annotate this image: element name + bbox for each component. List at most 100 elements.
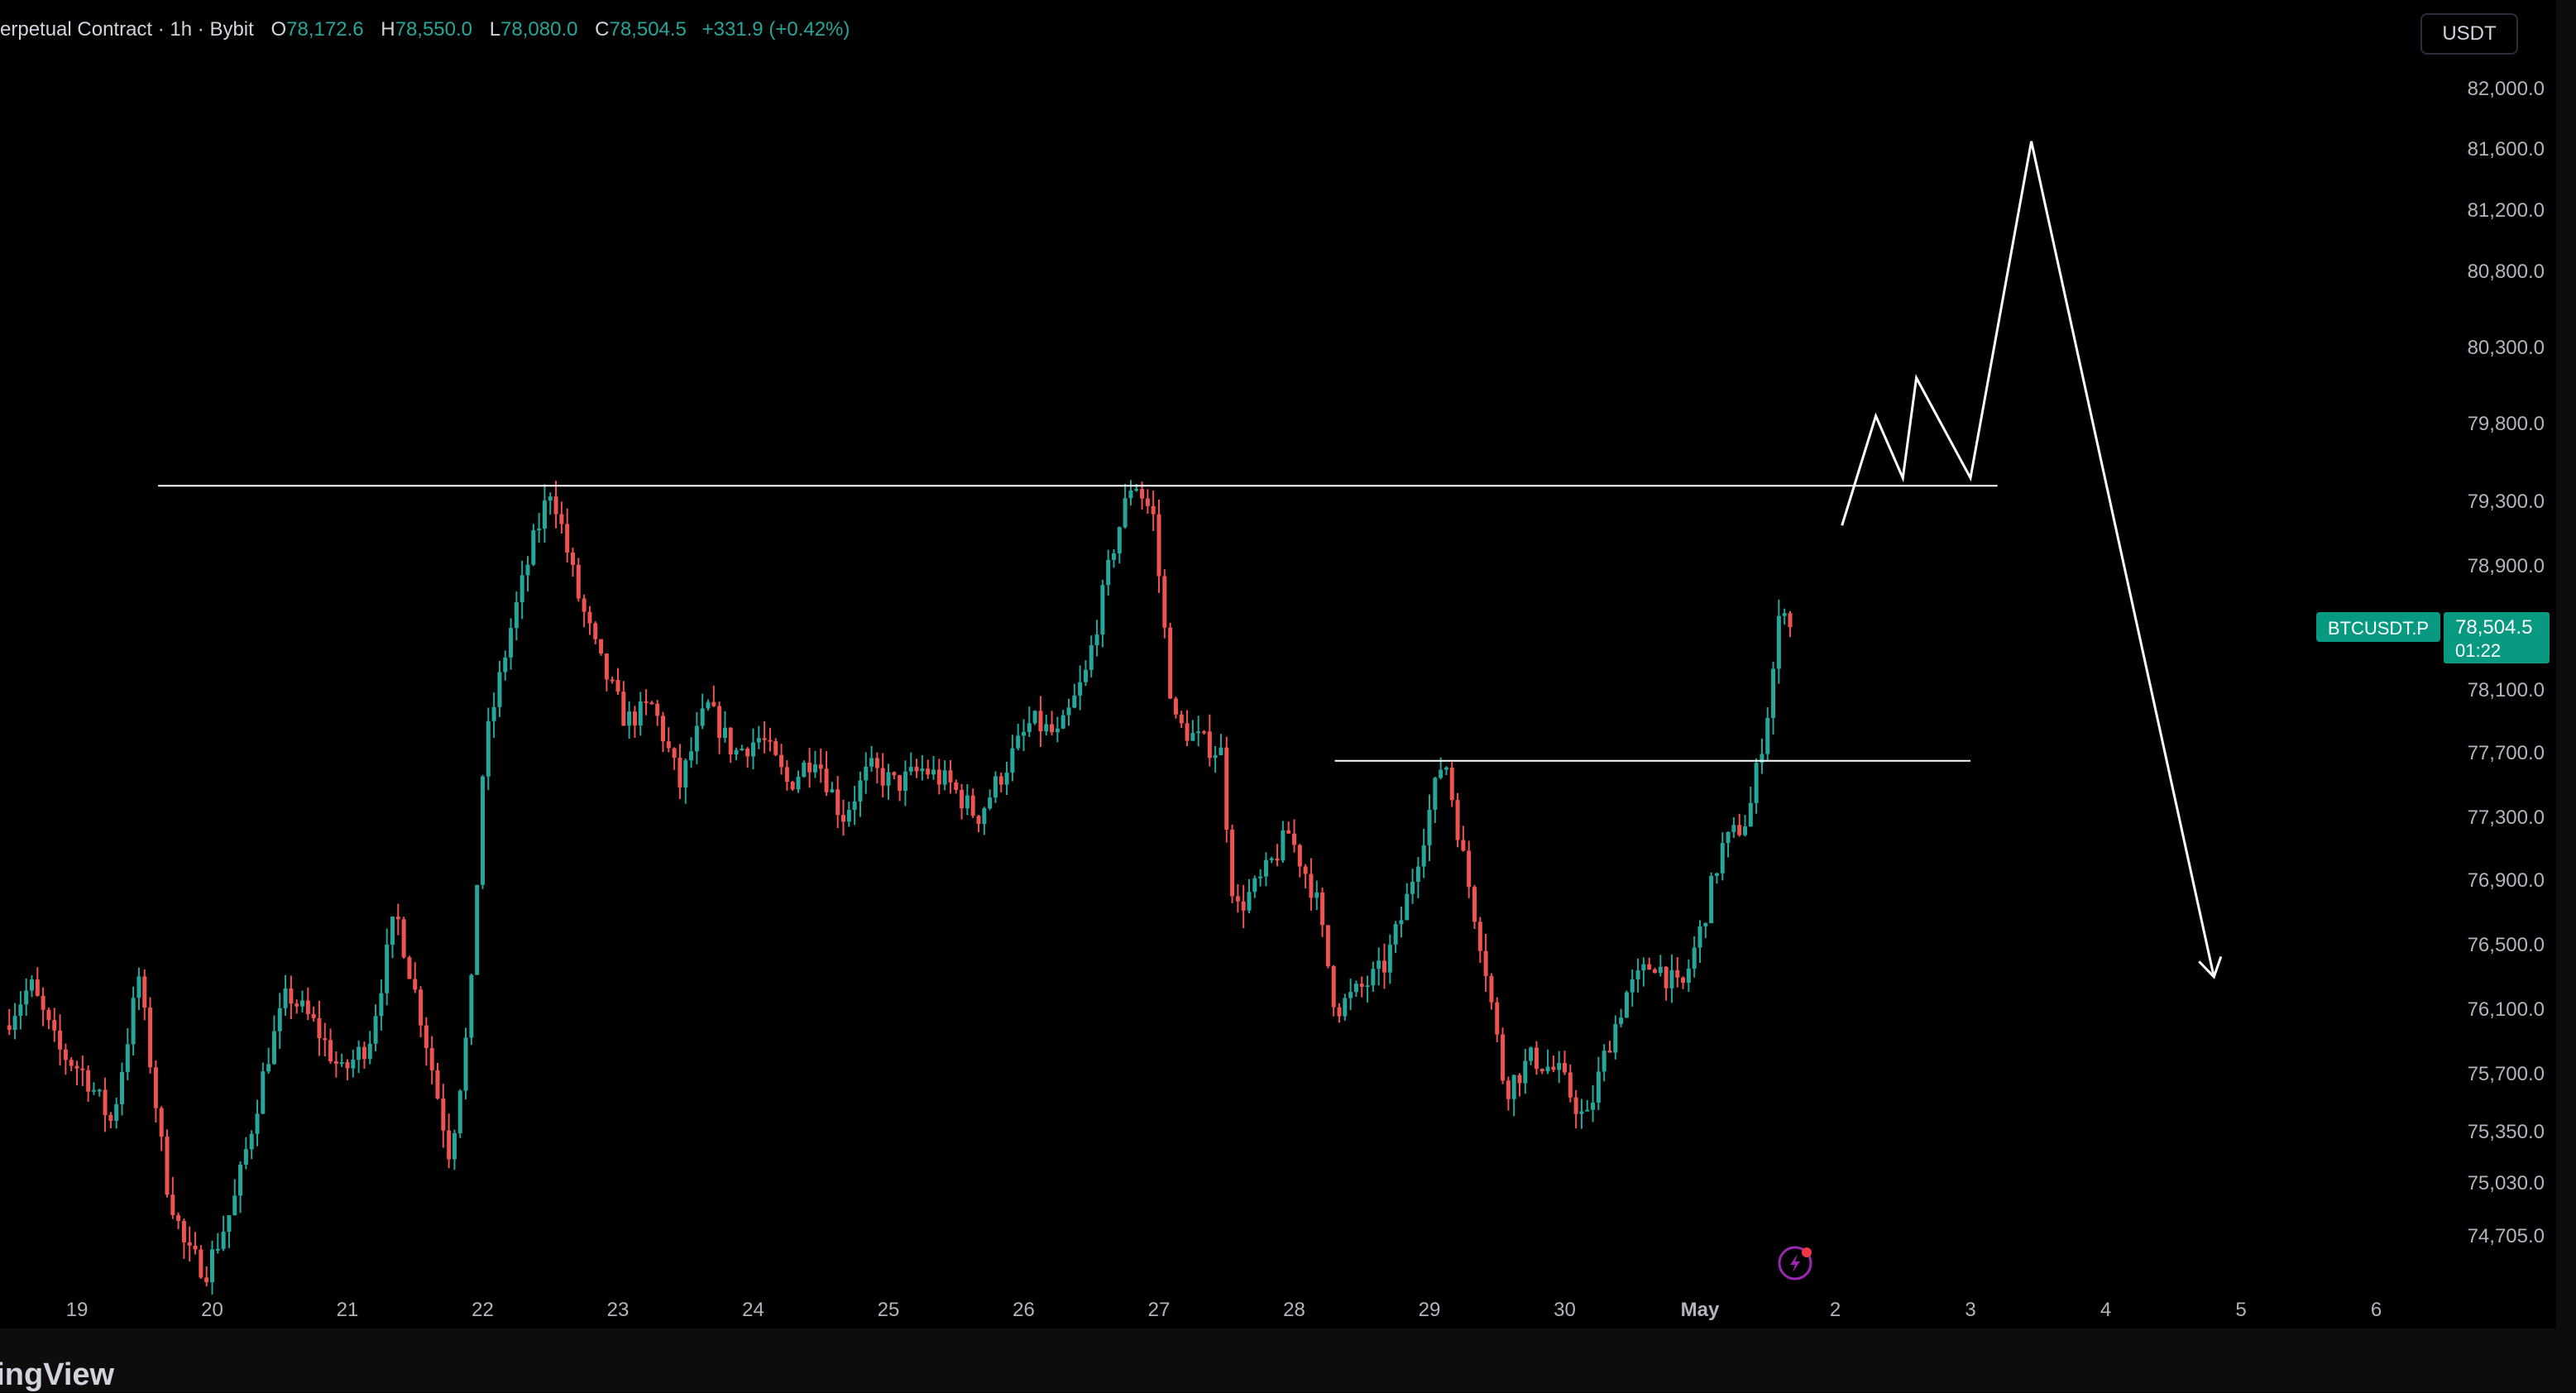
- x-tick-label: 27: [1148, 1299, 1171, 1321]
- candle-body: [1664, 966, 1669, 989]
- candle-body: [740, 749, 745, 751]
- candle-body: [824, 768, 829, 792]
- high-value: 78,550.0: [395, 18, 473, 41]
- currency-button[interactable]: USDT: [2420, 13, 2518, 55]
- candle-body: [1303, 866, 1308, 874]
- candle-body: [1173, 698, 1178, 715]
- candle-body: [1399, 920, 1404, 925]
- candle-body: [390, 917, 395, 945]
- candle-body: [1557, 1062, 1562, 1070]
- candle-body: [1405, 893, 1410, 921]
- candle-body: [1348, 992, 1353, 998]
- candle-body: [537, 529, 542, 531]
- candle-body: [7, 1025, 12, 1030]
- candle-body: [1382, 960, 1386, 973]
- candle-body: [333, 1060, 338, 1064]
- candle-body: [1647, 964, 1652, 969]
- price-tag-price: 78,504.5: [2455, 616, 2532, 639]
- candle-body: [954, 782, 959, 790]
- candle-body: [1032, 711, 1037, 724]
- lightning-icon[interactable]: [1778, 1246, 1812, 1281]
- candle-body: [548, 496, 553, 501]
- candle-body: [1545, 1066, 1550, 1072]
- candle-body: [385, 945, 390, 993]
- candle-body: [1044, 724, 1049, 732]
- candle-body: [1489, 975, 1494, 1003]
- candle-body: [424, 1025, 429, 1049]
- candle-body: [452, 1133, 457, 1160]
- candle-body: [429, 1048, 434, 1070]
- candle-body: [345, 1062, 350, 1069]
- candle-body: [108, 1114, 113, 1122]
- candle-body: [722, 727, 727, 738]
- candle-body: [18, 1004, 23, 1017]
- candle-body: [1630, 979, 1635, 993]
- candle-body: [1726, 831, 1731, 844]
- candle-body: [136, 976, 141, 998]
- y-tick-label: 75,700.0: [2468, 1063, 2545, 1085]
- candle-body: [300, 1000, 304, 1007]
- y-tick-label: 79,800.0: [2468, 413, 2545, 435]
- candle-body: [1050, 724, 1055, 733]
- candle-body: [294, 1003, 299, 1007]
- candle-body: [1619, 1017, 1624, 1024]
- high-label: H: [381, 18, 395, 41]
- candle-body: [1776, 615, 1781, 669]
- candle-body: [435, 1070, 440, 1099]
- candle-body: [486, 720, 491, 777]
- candle-body: [255, 1113, 260, 1134]
- candle-body: [1140, 489, 1145, 499]
- candle-body: [514, 602, 519, 629]
- y-tick-label: 78,900.0: [2468, 555, 2545, 577]
- candle-body: [24, 990, 29, 1005]
- candle-body: [1737, 825, 1742, 835]
- candle-body: [249, 1133, 254, 1150]
- candle-body: [1501, 1034, 1506, 1081]
- candle-body: [1714, 873, 1719, 876]
- candle-body: [1325, 925, 1330, 966]
- candle-body: [880, 768, 885, 786]
- candle-body: [210, 1249, 214, 1283]
- candle-body: [1083, 669, 1088, 682]
- candle-body: [1207, 731, 1212, 759]
- open-value: 78,172.6: [286, 18, 364, 41]
- candle-body: [469, 974, 474, 1038]
- candle-body: [1281, 830, 1286, 861]
- candle-body: [818, 764, 823, 769]
- candle-body: [1297, 845, 1302, 867]
- candle-body: [1748, 802, 1753, 827]
- y-tick-label: 80,300.0: [2468, 337, 2545, 359]
- candle-body: [199, 1249, 203, 1278]
- candle-body: [976, 816, 981, 825]
- candle-body: [1320, 892, 1325, 926]
- candle-body: [655, 703, 660, 716]
- candle-body: [1094, 634, 1099, 646]
- candle-body: [142, 976, 147, 1008]
- candle-body: [1697, 926, 1702, 948]
- x-tick-label: 19: [66, 1299, 89, 1321]
- candle-body: [728, 727, 733, 755]
- candle-body: [734, 749, 739, 755]
- candle-body: [261, 1071, 266, 1114]
- candles: [7, 480, 1793, 1295]
- price-tag: BTCUSDT.P 78,504.5 01:22: [2316, 612, 2550, 663]
- candle-body: [204, 1277, 209, 1283]
- candle-body: [717, 706, 722, 738]
- symbol-legend: erpetual Contract · 1h · Bybit O78,172.6…: [0, 18, 850, 41]
- candle-body: [599, 639, 604, 654]
- candle-body: [1343, 998, 1348, 1017]
- candle-body: [553, 496, 558, 515]
- candle-body: [1765, 717, 1770, 754]
- candle-body: [1596, 1071, 1601, 1103]
- candle-body: [413, 979, 418, 990]
- candle-body: [1573, 1097, 1578, 1114]
- candle-body: [120, 1071, 124, 1104]
- candle-body: [621, 692, 626, 726]
- y-tick-label: 78,100.0: [2468, 679, 2545, 701]
- candle-body: [1720, 843, 1725, 874]
- price-chart[interactable]: 82,000.0 81,600.0 81,200.0 80,800.0 80,300.0…: [0, 0, 2576, 1392]
- candle-body: [965, 795, 970, 809]
- candle-body: [1439, 769, 1444, 778]
- candle-body: [153, 1067, 158, 1108]
- candle-body: [908, 767, 913, 772]
